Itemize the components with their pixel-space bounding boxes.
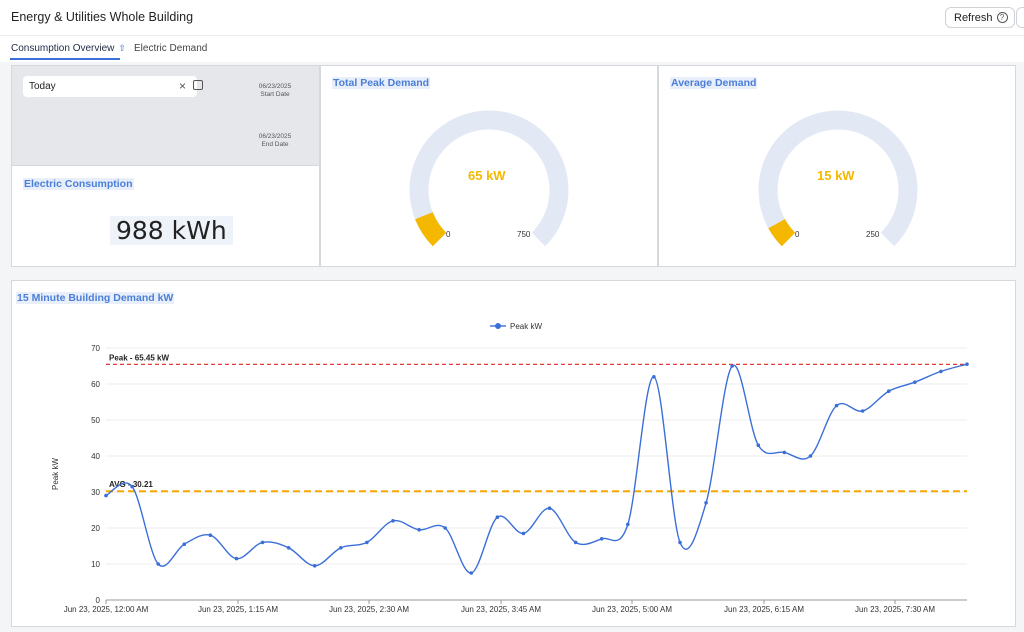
data-point <box>652 375 656 379</box>
y-axis-label: Peak kW <box>51 458 60 490</box>
data-point <box>573 540 578 545</box>
data-point <box>808 454 813 458</box>
average-demand-gauge <box>758 110 918 247</box>
x-tick-label: Jun 23, 2025, 7:30 AM <box>855 605 935 614</box>
data-point <box>130 484 134 489</box>
gauge-max-label: 250 <box>866 230 880 239</box>
data-point <box>469 571 474 575</box>
y-tick-label: 0 <box>96 596 101 605</box>
data-point <box>913 380 917 384</box>
tab-consumption-overview[interactable]: Consumption Overview ⇧ <box>11 43 126 54</box>
legend-swatch-marker <box>495 323 501 329</box>
data-point <box>965 362 969 366</box>
data-point <box>886 389 891 393</box>
data-point <box>365 540 369 545</box>
data-point <box>443 526 447 530</box>
total-peak-demand-gauge <box>409 110 569 247</box>
data-point <box>260 540 265 545</box>
x-tick-label: Jun 23, 2025, 6:15 AM <box>724 605 804 614</box>
gauge-max-label: 750 <box>517 230 531 239</box>
average-demand-card: Average Demand 15 kW 0 250 <box>658 65 1016 267</box>
building-demand-chart: 0 10 20 30 40 50 60 70 Peak kW Jun 23, 2025, 12:0… <box>51 322 969 614</box>
data-point <box>626 522 630 527</box>
data-point <box>547 506 552 510</box>
calendar-icon[interactable] <box>193 80 203 90</box>
data-point <box>208 533 213 537</box>
refresh-label: Refresh <box>954 11 993 24</box>
x-tick-label: Jun 23, 2025, 5:00 AM <box>592 605 672 614</box>
tab-bar: Consumption Overview ⇧ Electric Demand <box>0 36 1024 62</box>
data-point <box>599 537 604 541</box>
date-range-select[interactable]: Today × <box>23 76 203 97</box>
building-demand-chart-card: 15 Minute Building Demand kW 0 10 20 30 40 50… <box>11 280 1016 627</box>
y-tick-label: 40 <box>91 452 100 461</box>
page-title: Energy & Utilities Whole Building <box>11 10 194 24</box>
app-header: Energy & Utilities Whole Building Refres… <box>0 0 1024 36</box>
data-point <box>834 403 839 408</box>
x-tick-label: Jun 23, 2025, 1:15 AM <box>198 605 278 614</box>
start-date: 06/23/2025 Start Date <box>235 83 315 99</box>
end-date-label: End Date <box>261 141 289 148</box>
data-point <box>339 546 343 550</box>
gauge-fill <box>415 211 447 247</box>
total-peak-demand-value: 65 kW <box>468 168 506 183</box>
series-line-peak-kw <box>105 363 968 574</box>
more-button[interactable] <box>1016 7 1024 28</box>
date-filter-panel: Today × 06/23/2025 Start Date 06/23/2025… <box>11 65 320 166</box>
tab-label: Consumption Overview <box>11 43 115 54</box>
end-date: 06/23/2025 End Date <box>235 133 315 149</box>
data-point <box>104 493 108 498</box>
gauge-min-label: 0 <box>795 230 800 239</box>
electric-consumption-card: Electric Consumption 988 kWh <box>11 166 320 267</box>
data-point <box>286 546 291 550</box>
data-point <box>312 564 317 568</box>
y-tick-label: 10 <box>91 560 100 569</box>
x-tick-label: Jun 23, 2025, 12:00 AM <box>64 605 149 614</box>
data-point <box>704 501 708 505</box>
x-tick-label: Jun 23, 2025, 2:30 AM <box>329 605 409 614</box>
y-tick-label: 20 <box>91 524 100 533</box>
data-point <box>521 531 526 536</box>
date-range-value: Today <box>29 81 56 92</box>
data-point <box>730 364 734 368</box>
electric-consumption-value: 988 kWh <box>110 216 233 245</box>
legend-label: Peak kW <box>510 322 542 331</box>
average-demand-value: 15 kW <box>817 168 855 183</box>
data-point <box>417 528 421 532</box>
data-point <box>156 562 160 566</box>
total-peak-demand-card: Total Peak Demand 65 kW 0 750 <box>320 65 658 267</box>
gauge-min-label: 0 <box>446 230 451 239</box>
y-tick-label: 60 <box>91 380 100 389</box>
y-tick-label: 50 <box>91 416 100 425</box>
data-point <box>939 369 943 374</box>
refresh-button[interactable]: Refresh ? <box>945 7 1015 28</box>
data-point <box>182 542 187 546</box>
end-date-value: 06/23/2025 <box>258 133 292 140</box>
data-point <box>391 519 395 523</box>
close-icon[interactable]: × <box>179 79 186 93</box>
help-icon: ? <box>996 12 1008 23</box>
y-tick-label: 30 <box>91 488 100 497</box>
data-point <box>756 443 761 447</box>
y-tick-label: 70 <box>91 344 100 353</box>
data-point <box>782 450 787 455</box>
data-point <box>678 540 682 545</box>
gauge-fill <box>768 218 796 247</box>
peak-reference-label: Peak - 65.45 kW <box>109 353 169 362</box>
electric-consumption-title: Electric Consumption <box>23 178 134 190</box>
x-tick-label: Jun 23, 2025, 3:45 AM <box>461 605 541 614</box>
start-date-label: Start Date <box>260 91 290 98</box>
data-point <box>860 409 865 413</box>
data-point <box>495 515 500 519</box>
tab-electric-demand[interactable]: Electric Demand <box>134 43 207 54</box>
start-date-value: 06/23/2025 <box>258 83 292 90</box>
active-tab-indicator <box>10 58 120 60</box>
data-point <box>234 556 239 561</box>
export-icon[interactable]: ⇧ <box>118 43 126 54</box>
